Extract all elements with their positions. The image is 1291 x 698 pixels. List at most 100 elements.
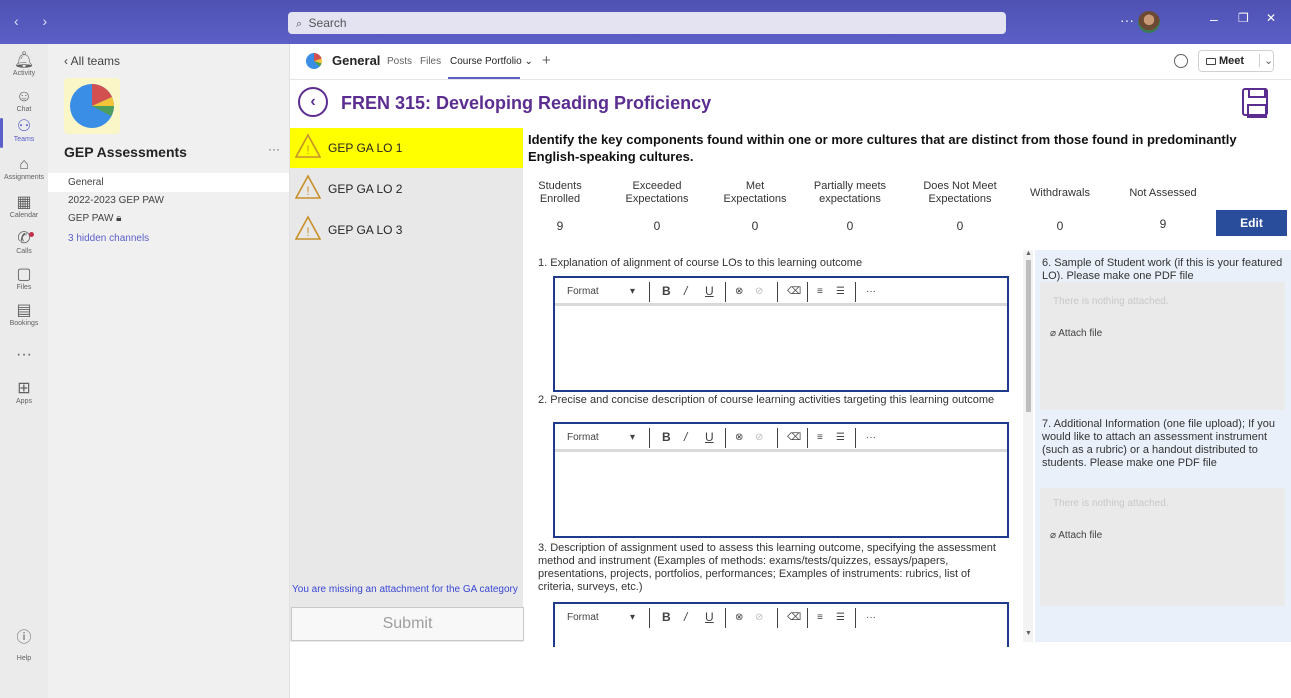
format-caret-icon[interactable]: ▾ — [630, 432, 635, 443]
italic-button[interactable]: / — [684, 430, 687, 444]
bold-button[interactable]: B — [662, 430, 671, 444]
calls-icon: ✆ — [17, 230, 31, 247]
rail-item-activity[interactable]: 🔔︎ Activity — [0, 52, 48, 77]
underline-button[interactable]: U — [705, 430, 714, 444]
add-tab-button[interactable]: + — [542, 52, 551, 69]
paperclip-icon: ⌀ — [1050, 530, 1059, 541]
channel-name: General — [332, 53, 381, 68]
stat-value-not-assessed: 9 — [1159, 217, 1167, 231]
rail-item-calendar[interactable]: ▦ Calendar — [0, 194, 48, 219]
rail-item-files[interactable]: ▢ Files — [0, 266, 48, 291]
conversation-icon[interactable] — [1174, 54, 1188, 68]
question-2-editor[interactable]: Format ▾ B / U ⊗ ⊘ ⌫ ≡ ☰ ··· — [553, 422, 1009, 538]
minimize-button[interactable]: – — [1210, 11, 1218, 27]
tab-underline — [448, 77, 520, 79]
save-icon[interactable] — [1242, 88, 1268, 118]
bullet-list-icon[interactable]: ≡ — [817, 612, 823, 623]
unlink-icon[interactable]: ⊘ — [755, 612, 763, 623]
hidden-channels-link[interactable]: 3 hidden channels — [48, 229, 289, 248]
numbered-list-icon[interactable]: ☰ — [836, 612, 845, 623]
unlink-icon[interactable]: ⊘ — [755, 432, 763, 443]
bold-button[interactable]: B — [662, 284, 671, 298]
link-icon[interactable]: ⊗ — [735, 612, 743, 623]
rail-item-more[interactable]: ··· — [0, 346, 48, 364]
bold-button[interactable]: B — [662, 610, 671, 624]
tab-files[interactable]: Files — [420, 56, 441, 67]
scroll-up-icon[interactable]: ▲ — [1025, 250, 1032, 257]
attachment-7-title: 7. Additional Information (one file uplo… — [1042, 418, 1275, 469]
format-caret-icon[interactable]: ▾ — [630, 286, 635, 297]
more-tools-icon[interactable]: ··· — [866, 612, 876, 623]
paperclip-icon: ⌀ — [1050, 328, 1059, 339]
stat-header-does-not-meet: Does Not Meet Expectations — [923, 180, 997, 205]
stat-header-exceeded: Exceeded Expectations — [625, 180, 689, 205]
stat-value-met: 0 — [751, 219, 759, 233]
back-button[interactable]: ‹ — [298, 87, 328, 117]
underline-button[interactable]: U — [705, 284, 714, 298]
question-1-editor[interactable]: Format ▾ B / U ⊗ ⊘ ⌫ ≡ ☰ ··· — [553, 276, 1009, 392]
channel-gep-paw[interactable]: GEP PAW 🔒︎ — [48, 209, 289, 228]
bell-icon: 🔔︎ — [13, 52, 35, 69]
italic-button[interactable]: / — [684, 610, 687, 624]
tab-course-portfolio[interactable]: Course Portfolio ⌄ — [450, 56, 533, 67]
submit-button[interactable]: Submit — [291, 607, 524, 641]
teams-icon: ⚇ — [16, 118, 32, 135]
format-caret-icon[interactable]: ▾ — [630, 612, 635, 623]
underline-button[interactable]: U — [705, 610, 714, 624]
stat-value-students-enrolled: 9 — [556, 219, 564, 233]
channel-header: General Posts Files Course Portfolio ⌄ +… — [290, 44, 1291, 80]
scroll-down-icon[interactable]: ▼ — [1025, 630, 1032, 637]
channel-2022-2023-gep-paw[interactable]: 2022-2023 GEP PAW — [48, 191, 289, 210]
chevron-left-icon: ‹ — [64, 54, 71, 68]
rail-item-teams[interactable]: ⚇ Teams — [0, 118, 48, 148]
nav-arrows[interactable]: ‹ › — [14, 13, 57, 29]
meet-dropdown-chevron-icon[interactable]: ⌄ — [1259, 54, 1273, 67]
stat-header-partially-meets: Partially meets expectations — [813, 180, 887, 205]
restore-button[interactable]: ❐ — [1238, 11, 1249, 25]
clear-format-icon[interactable]: ⌫ — [787, 612, 801, 623]
channel-general[interactable]: General — [48, 173, 289, 192]
attach-file-button-7[interactable]: ⌀ Attach file — [1050, 530, 1102, 541]
team-more-button[interactable]: ··· — [268, 142, 280, 156]
numbered-list-icon[interactable]: ☰ — [836, 286, 845, 297]
help-button[interactable]: ⓘ Help — [0, 626, 48, 665]
rail-item-calls[interactable]: ✆ Calls — [0, 230, 48, 255]
more-tools-icon[interactable]: ··· — [866, 432, 876, 443]
search-input[interactable]: ⌕ Search — [288, 12, 1006, 34]
question-3-label: 3. Description of assignment used to ass… — [538, 542, 996, 593]
stat-header-met: Met Expectations — [723, 180, 787, 205]
stat-value-partially-meets: 0 — [846, 219, 854, 233]
team-panel: ‹ All teams GEP Assessments ··· General … — [48, 44, 290, 698]
numbered-list-icon[interactable]: ☰ — [836, 432, 845, 443]
italic-button[interactable]: / — [684, 284, 687, 298]
format-dropdown[interactable]: Format — [567, 286, 599, 297]
edit-button[interactable]: Edit — [1216, 210, 1287, 236]
rail-item-assignments[interactable]: ⌂ Assignments — [0, 156, 48, 181]
all-teams-link[interactable]: ‹ All teams — [64, 54, 120, 68]
attachment-6-title: 6. Sample of Student work (if this is yo… — [1042, 257, 1283, 282]
clear-format-icon[interactable]: ⌫ — [787, 286, 801, 297]
link-icon[interactable]: ⊗ — [735, 286, 743, 297]
assignments-icon: ⌂ — [19, 156, 29, 173]
more-tools-icon[interactable]: ··· — [866, 286, 876, 297]
calendar-icon: ▦ — [16, 194, 32, 211]
rail-item-chat[interactable]: ☺︎ Chat — [0, 88, 48, 113]
scrollbar-thumb[interactable] — [1026, 260, 1031, 412]
rail-item-bookings[interactable]: ▤ Bookings — [0, 302, 48, 327]
avatar[interactable] — [1138, 11, 1160, 33]
close-button[interactable]: ✕ — [1266, 11, 1276, 25]
question-3-editor[interactable]: Format ▾ B / U ⊗ ⊘ ⌫ ≡ ☰ ··· — [553, 602, 1009, 647]
meet-button[interactable]: Meet ⌄ — [1198, 50, 1274, 72]
clear-format-icon[interactable]: ⌫ — [787, 432, 801, 443]
bullet-list-icon[interactable]: ≡ — [817, 432, 823, 443]
bullet-list-icon[interactable]: ≡ — [817, 286, 823, 297]
more-options-button[interactable]: ··· — [1120, 12, 1134, 28]
rte-toolbar: Format ▾ B / U ⊗ ⊘ ⌫ ≡ ☰ ··· — [555, 278, 1007, 306]
link-icon[interactable]: ⊗ — [735, 432, 743, 443]
format-dropdown[interactable]: Format — [567, 432, 599, 443]
unlink-icon[interactable]: ⊘ — [755, 286, 763, 297]
tab-posts[interactable]: Posts — [387, 56, 412, 67]
format-dropdown[interactable]: Format — [567, 612, 599, 623]
attach-file-button-6[interactable]: ⌀ Attach file — [1050, 328, 1102, 339]
rail-item-apps[interactable]: ⊞ Apps — [0, 380, 48, 405]
